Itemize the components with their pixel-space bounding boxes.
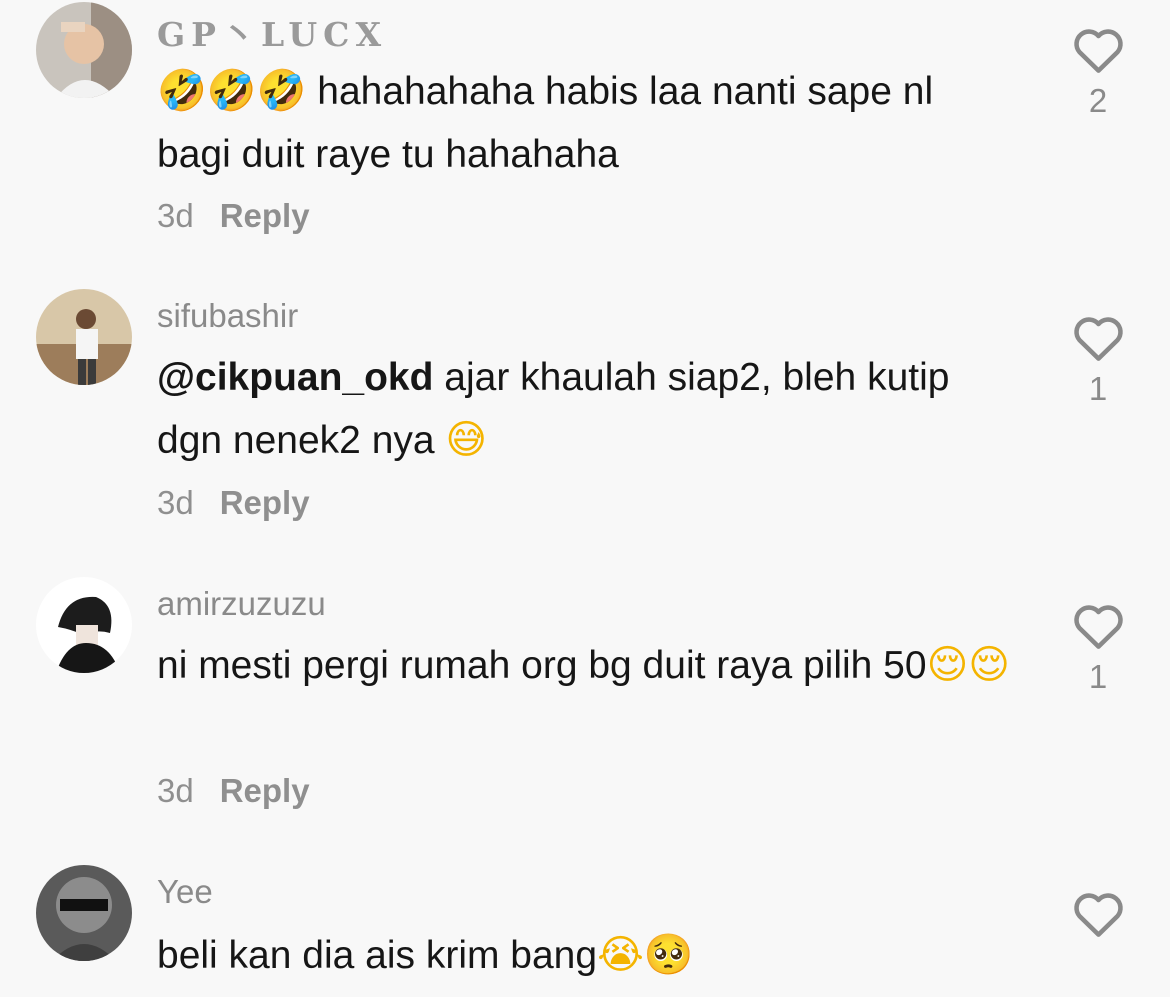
comment-meta: 3d Reply	[157, 197, 310, 235]
avatar[interactable]	[36, 577, 132, 673]
avatar[interactable]	[36, 865, 132, 961]
comment-text: ni mesti pergi rumah org bg duit raya pi…	[157, 642, 1010, 688]
like-count: 1	[1088, 658, 1108, 695]
avatar[interactable]	[36, 2, 132, 98]
comment-item: GP丶LUCX 🤣🤣🤣 hahahahaha habis laa nanti s…	[0, 0, 1170, 270]
comment-time: 3d	[157, 484, 194, 521]
comment-time: 3d	[157, 197, 194, 234]
heart-outline-icon[interactable]	[1071, 888, 1126, 938]
like-count: 2	[1088, 82, 1108, 119]
comment-time: 3d	[157, 772, 194, 809]
comment-username[interactable]: sifubashir	[157, 297, 298, 335]
comment-text: @cikpuan_okd ajar khaulah siap2, bleh ku…	[157, 356, 950, 463]
comment-username[interactable]: amirzuzuzu	[157, 585, 326, 623]
grinning-sweat-emoji: 😅	[445, 417, 488, 463]
comment-meta: 3d Reply	[157, 772, 310, 810]
heart-outline-icon[interactable]	[1071, 600, 1126, 650]
crying-pleading-emoji: 😭🥺	[597, 932, 694, 978]
relieved-face-emoji: 😌😌	[926, 642, 1010, 688]
mention-link[interactable]: @cikpuan_okd	[157, 356, 433, 399]
reply-button[interactable]: Reply	[220, 197, 310, 234]
reply-button[interactable]: Reply	[220, 772, 310, 809]
like-count: 1	[1088, 370, 1108, 407]
comment-meta: 3d Reply	[157, 484, 310, 522]
reply-button[interactable]: Reply	[220, 484, 310, 521]
comment-username[interactable]: GP丶LUCX	[157, 8, 387, 56]
avatar[interactable]	[36, 289, 132, 385]
rolling-laughing-emoji: 🤣🤣🤣	[157, 68, 307, 114]
comment-text: 🤣🤣🤣 hahahahaha habis laa nanti sape nl b…	[157, 68, 934, 176]
comment-username[interactable]: Yee	[157, 873, 213, 911]
heart-outline-icon[interactable]	[1071, 312, 1126, 362]
comment-text: beli kan dia ais krim bang😭🥺	[157, 932, 694, 978]
heart-outline-icon[interactable]	[1071, 24, 1126, 74]
